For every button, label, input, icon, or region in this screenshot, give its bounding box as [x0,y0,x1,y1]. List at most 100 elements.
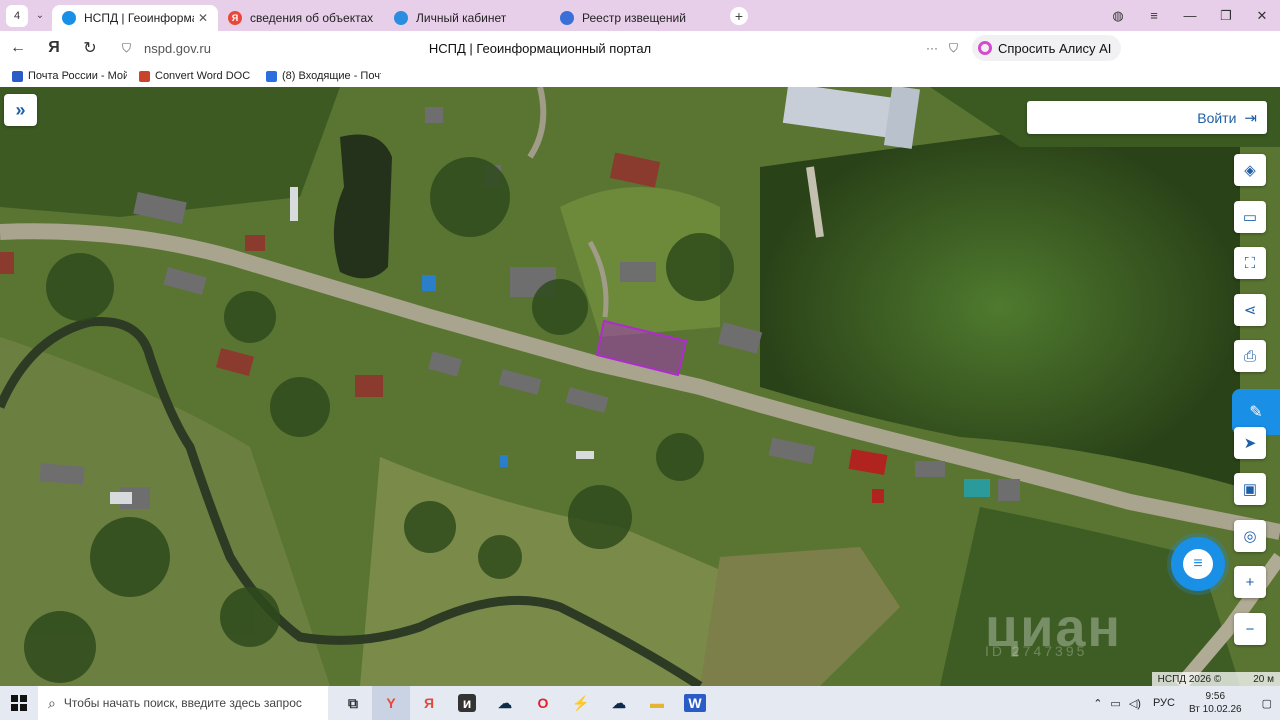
scale-label: 20 м [1253,673,1274,685]
tabs-dropdown-icon[interactable]: ⌄ [28,5,52,27]
bookmark-inbox[interactable]: (8) Входящие - Почта [266,70,381,82]
area-search-icon: ⛶ [1244,254,1256,272]
navigate-button[interactable]: ➤ [1234,427,1266,459]
more-icon[interactable]: ··· [926,41,938,55]
print-button[interactable]: ⎙ [1234,340,1266,372]
power-automate-icon[interactable]: ⚡ [562,686,600,720]
expand-panel-button[interactable]: » [4,94,37,126]
registry-favicon-icon [560,10,574,25]
watermark-id: ID 2747395 [985,643,1088,659]
tab-count-button[interactable]: 4 [6,4,28,27]
language-indicator[interactable]: РУС [1153,697,1175,709]
opera-icon[interactable]: O [524,686,562,720]
zoom-out-button[interactable]: − [1234,613,1266,645]
gosuslugi-favicon-icon [394,10,408,25]
zoom-in-icon: + [1245,573,1255,591]
search-icon: ⌕ [48,694,56,711]
menu-icon[interactable]: ≡ [1136,8,1172,23]
share-icon: ⋖ [1243,302,1257,319]
login-button[interactable]: Войти ⇥ [1027,101,1267,134]
login-label: Войти [1197,109,1237,126]
bookmark-icon[interactable]: ⛉ [949,41,958,56]
explorer-icon[interactable]: ▬ [638,686,676,720]
url-text: nspd.gov.ru [144,40,211,56]
convert-icon [139,70,150,82]
bookmarks-bar: Почта России - Мой Convert Word DOC (8) … [0,65,1280,87]
new-tab-button[interactable]: + [730,6,748,25]
page-title: НСПД | Геоинформационный портал [428,40,652,56]
geolocate-icon: ◎ [1243,528,1257,545]
reload-icon[interactable]: ↻ [72,38,108,58]
cloud2-icon[interactable]: ☁ [600,686,638,720]
system-tray: ⌃ ▭ ◁) РУС 9:56 Вт 10.02.26 ▢ [1089,686,1280,720]
ruler-button[interactable]: ▭ [1234,201,1266,233]
network-icon[interactable]: ▭ [1110,697,1120,710]
clock[interactable]: 9:56 Вт 10.02.26 [1189,690,1242,716]
tab-title: Реестр извещений [582,10,686,25]
tab-personal-cabinet[interactable]: Личный кабинет [384,5,550,31]
area-search-button[interactable]: ⛶ [1234,247,1266,279]
windows-icon [11,695,27,711]
tab-notices-registry[interactable]: Реестр извещений [550,5,716,31]
login-icon: ⇥ [1244,109,1257,127]
scale-bar: 20 м [1253,674,1274,685]
attribution-text: НСПД 2026 © [1157,673,1222,685]
close-window-icon[interactable]: ✕ [1244,8,1280,24]
geolocate-button[interactable]: ◎ [1234,520,1266,552]
alisa-icon [978,41,992,55]
bookmark-label: Почта России - Мой [28,70,127,82]
url-field[interactable]: ⛉ nspd.gov.ru НСПД | Геоинформационный п… [114,34,966,62]
ask-alisa-button[interactable]: Спросить Алису AI [972,35,1122,61]
window-controls: ◍ ≡ — ❐ ✕ [1100,0,1280,31]
layers-icon: ◈ [1244,162,1256,179]
notifications-icon[interactable]: ▢ [1262,697,1272,710]
tab-title: Личный кабинет [416,10,507,25]
task-view-icon[interactable]: ⧉ [334,686,372,720]
yandex-favicon-icon: Я [228,10,242,25]
zoom-in-button[interactable]: + [1234,566,1266,598]
ruler-icon: ▭ [1242,209,1258,226]
tab-nspd[interactable]: НСПД | Геоинформационный портал ✕ [52,4,218,31]
back-icon[interactable]: ← [0,39,36,57]
map-attribution: НСПД 2026 © 20 м [1151,672,1280,686]
pochta-icon [12,70,23,82]
bookmark-convert[interactable]: Convert Word DOC [139,70,254,82]
minimize-icon[interactable]: — [1172,8,1208,23]
tray-chevron-icon[interactable]: ⌃ [1093,697,1102,710]
yandex-home-icon[interactable]: Я [36,39,72,57]
taskbar-search[interactable]: ⌕ Чтобы начать поиск, введите здесь запр… [38,686,328,720]
zoom-out-icon: − [1245,620,1255,638]
start-button[interactable] [0,686,38,720]
clock-time: 9:56 [1205,691,1226,702]
feedback-icon: ✎ [1249,404,1263,421]
word-icon[interactable]: W [676,686,714,720]
site-info-icon[interactable]: ⛉ [122,41,131,56]
taskbar-apps: ⧉ Y Я и ☁ O ⚡ ☁ ▬ W [334,686,714,720]
mail-icon [266,70,277,82]
alisa-label: Спросить Алису AI [998,40,1112,56]
profile-icon[interactable]: ◍ [1100,8,1136,24]
close-tab-icon[interactable]: ✕ [198,11,208,25]
tab-title: сведения об объектах недвижимости [250,10,374,25]
bookmark-label: Convert Word DOC [155,70,251,82]
minimap-icon: ▣ [1242,481,1258,498]
app-i-icon[interactable]: и [448,686,486,720]
yandex-browser-icon[interactable]: Я [410,686,448,720]
chat-button[interactable]: ≡ [1171,537,1225,591]
tab-strip: 4 ⌄ НСПД | Геоинформационный портал ✕ Я … [0,0,1280,31]
satellite-map[interactable]: циан ID 2747395 » Войти ⇥ ◈ ▭ ⛶ ⋖ ⎙ ✎ ➤ … [0,87,1280,686]
bookmark-pochta[interactable]: Почта России - Мой [12,70,127,82]
minimap-button[interactable]: ▣ [1234,473,1266,505]
windows-taskbar: ⌕ Чтобы начать поиск, введите здесь запр… [0,686,1280,720]
yandex-icon[interactable]: Y [372,686,410,720]
chat-icon: ≡ [1183,549,1213,579]
layers-button[interactable]: ◈ [1234,154,1266,186]
tab-property-info[interactable]: Я сведения об объектах недвижимости [218,5,384,31]
print-icon: ⎙ [1243,347,1256,365]
share-button[interactable]: ⋖ [1234,294,1266,326]
restore-icon[interactable]: ❐ [1208,8,1244,24]
volume-icon[interactable]: ◁) [1129,697,1141,710]
bookmark-label: (8) Входящие - Почта [282,70,381,82]
search-placeholder: Чтобы начать поиск, введите здесь запрос [63,696,302,710]
cloud-icon[interactable]: ☁ [486,686,524,720]
